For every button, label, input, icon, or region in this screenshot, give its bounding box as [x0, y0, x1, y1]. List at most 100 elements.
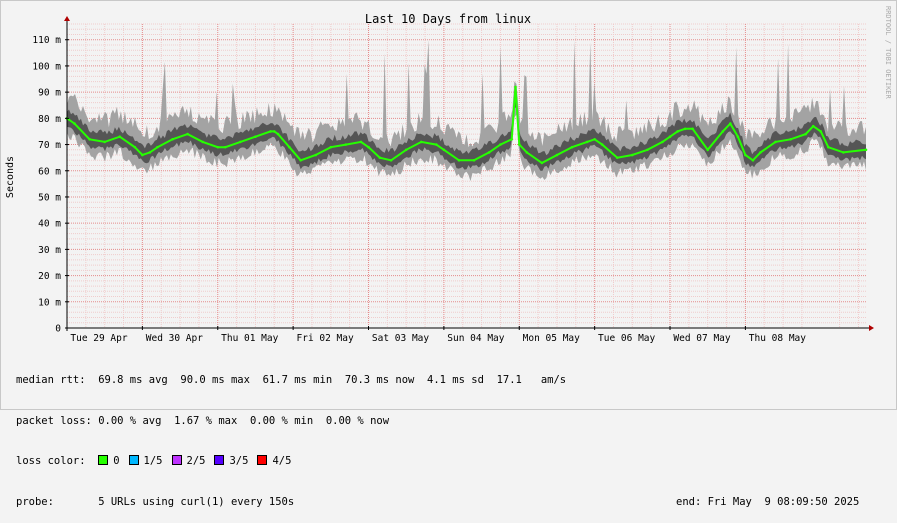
median-point — [517, 143, 521, 146]
median-point — [314, 153, 318, 157]
median-rtt-am: 17.1 am/s — [496, 374, 567, 386]
median-point — [721, 130, 725, 133]
packet-loss-label: packet loss: — [16, 414, 92, 427]
y-tick-label: 60 m — [38, 166, 61, 177]
median-point — [133, 145, 137, 149]
median-point — [103, 140, 106, 144]
loss-color-items: 0 1/5 2/5 3/5 4/5 — [98, 455, 300, 467]
x-tick-label: Tue 06 May — [598, 333, 655, 344]
loss-color-swatch — [171, 455, 182, 465]
median-point — [216, 145, 220, 149]
y-axis-title: Seconds — [5, 156, 16, 198]
median-point — [223, 145, 227, 149]
median-point — [148, 151, 152, 154]
loss-color-value: 4/5 — [272, 455, 292, 467]
rtt-inner-band — [67, 90, 866, 171]
y-tick-label: 110 m — [32, 35, 61, 46]
y-tick-label: 30 m — [38, 245, 61, 256]
x-tick-labels: Tue 29 Apr Wed 30 Apr Thu 01 May Fri 02 May… — [70, 333, 806, 344]
loss-color-item: 1/5 — [128, 455, 163, 469]
median-point — [744, 153, 747, 157]
grid-lines — [66, 23, 866, 328]
packet-loss-max: 1.67 % max — [174, 414, 238, 427]
median-point — [171, 138, 174, 141]
packet-loss-now: 0.00 % now — [325, 414, 390, 427]
median-point — [827, 145, 830, 149]
loss-color-item: 0 — [98, 455, 120, 469]
median-point — [555, 153, 559, 157]
loss-color-value: 1/5 — [143, 455, 163, 467]
median-point — [804, 132, 807, 136]
median-point — [706, 148, 710, 152]
median-point — [819, 130, 823, 133]
loss-color-value: 2/5 — [186, 455, 206, 467]
end-time: end: Fri May 9 08:09:50 2025 — [676, 495, 860, 508]
y-tick-label: 70 m — [38, 140, 61, 151]
packet-loss-avg: 0.00 % avg — [98, 414, 162, 427]
y-tick-label: 100 m — [32, 61, 61, 72]
loss-color-value: 0 — [113, 455, 120, 467]
x-tick-label: Wed 07 May — [673, 333, 730, 344]
vendor-watermark: RRDTOOL / TOBI OETIKER — [884, 6, 892, 100]
y-tick-label: 50 m — [38, 192, 61, 203]
median-point — [118, 135, 122, 138]
median-rtt-row: median rtt: 69.8 ms avg 90.0 ms max 61.7… — [16, 374, 566, 388]
median-point — [691, 127, 694, 131]
x-tick-label: Thu 01 May — [221, 333, 278, 344]
probe-text: 5 URLs using curl(1) every 150s — [98, 495, 295, 508]
median-point — [299, 158, 302, 162]
median-point — [156, 145, 159, 149]
y-tick-label: 80 m — [38, 114, 61, 125]
median-rtt-max: 90.0 ms max — [180, 374, 250, 386]
median-point — [269, 130, 272, 133]
x-tick-label: Sat 03 May — [372, 333, 429, 344]
median-rtt-min: 61.7 ms min — [262, 374, 333, 386]
loss-color-value: 3/5 — [229, 455, 249, 467]
y-tick-label: 0 — [55, 324, 61, 335]
median-point — [389, 158, 393, 162]
loss-color-label: loss color: — [16, 455, 86, 467]
loss-color-swatch — [257, 455, 268, 465]
x-axis-arrow — [869, 325, 874, 331]
loss-color-item: 4/5 — [257, 455, 291, 469]
median-point — [751, 158, 755, 162]
probe-row: probe: 5 URLs using curl(1) every 150s en… — [16, 495, 859, 510]
median-point — [774, 140, 777, 144]
x-tick-label: Thu 08 May — [749, 333, 806, 344]
loss-color-row: loss color: 0 1/5 2/5 3/5 4/5 — [16, 455, 566, 469]
median-point — [661, 140, 664, 144]
median-point — [525, 151, 529, 154]
x-tick-label: Wed 30 Apr — [146, 333, 203, 344]
median-point — [514, 85, 517, 89]
median-rtt-sd: 4.1 ms sd — [427, 374, 484, 386]
loss-color-swatch — [128, 455, 139, 465]
median-point — [789, 138, 792, 141]
median-point — [759, 151, 762, 154]
median-point — [676, 130, 679, 133]
median-point — [73, 122, 76, 125]
median-point — [540, 161, 544, 165]
y-tick-label: 90 m — [38, 88, 61, 99]
y-tick-label: 20 m — [38, 271, 61, 282]
loss-color-swatch — [214, 455, 225, 465]
x-tick-label: Sun 04 May — [447, 333, 504, 344]
median-point — [141, 153, 144, 157]
x-tick-label: Fri 02 May — [297, 333, 354, 344]
packet-loss-min: 0.00 % min — [249, 414, 314, 427]
median-point — [329, 145, 333, 149]
y-axis-arrow — [64, 16, 70, 21]
median-point — [842, 151, 845, 154]
median-point — [201, 140, 204, 144]
median-point — [683, 127, 687, 131]
median-point — [239, 140, 242, 144]
median-rtt-now: 70.3 ms now — [344, 374, 415, 386]
latency-chart: Last 10 Days from linux RRDTOOL / TOBI O… — [5, 6, 892, 344]
median-point — [442, 148, 446, 152]
median-point — [254, 135, 257, 138]
median-point — [593, 138, 596, 141]
median-point — [404, 148, 408, 152]
median-point — [729, 122, 732, 125]
loss-color-item: 3/5 — [214, 455, 248, 469]
median-point — [367, 145, 370, 149]
median-point — [288, 145, 291, 149]
